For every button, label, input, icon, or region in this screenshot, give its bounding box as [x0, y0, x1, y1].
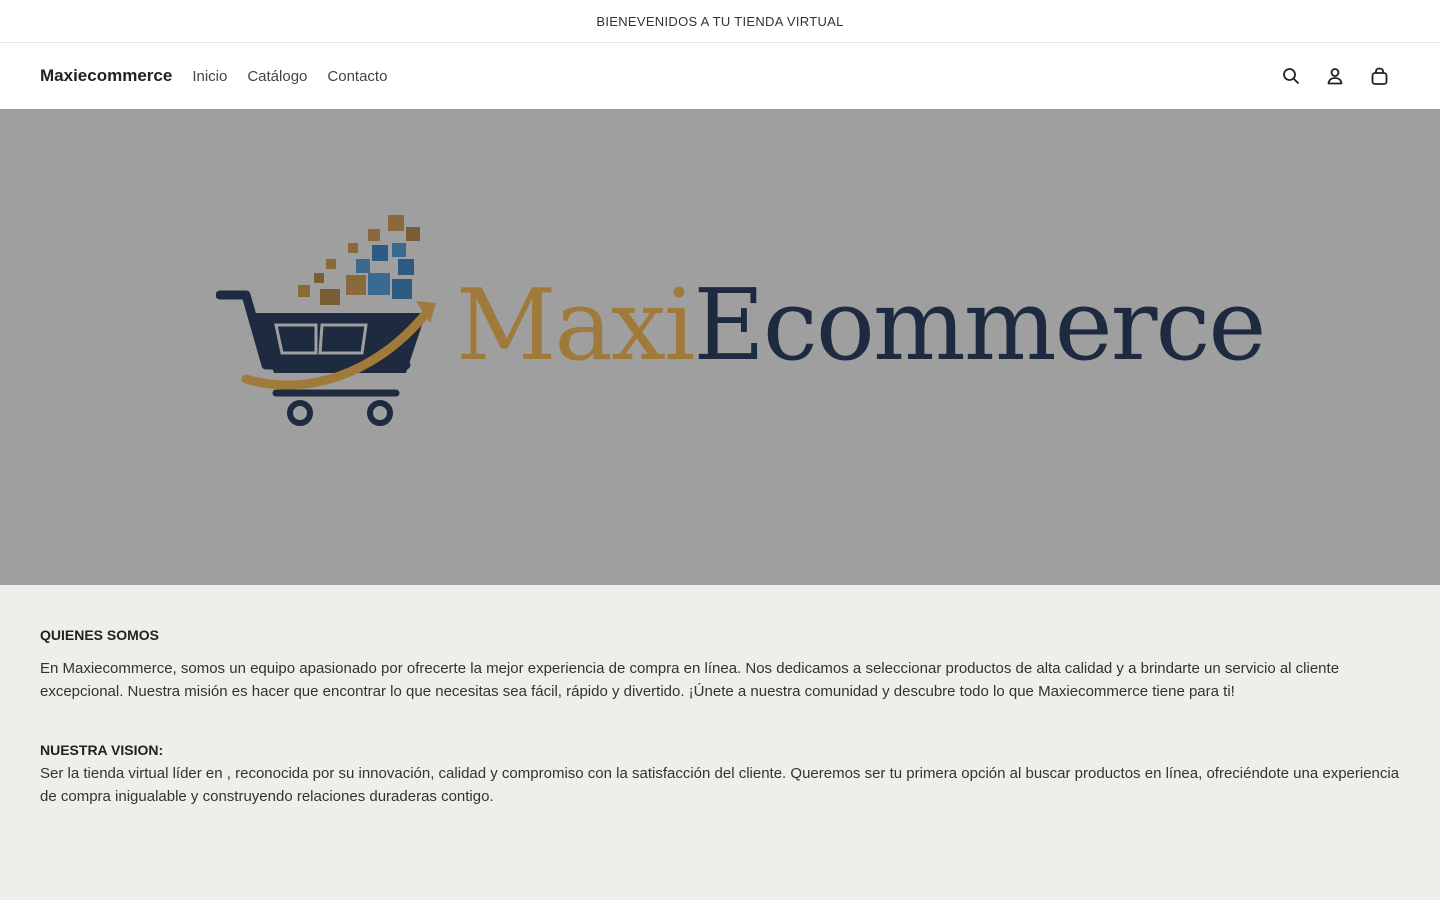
- vision-title: NUESTRA VISION:: [40, 742, 164, 758]
- search-icon[interactable]: [1280, 65, 1302, 87]
- brand-logo-link[interactable]: Maxiecommerce: [40, 66, 172, 86]
- announcement-bar: BIENEVENIDOS A TU TIENDA VIRTUAL: [0, 0, 1440, 43]
- logo-word-ecommerce: Ecommerce: [693, 269, 1266, 383]
- nav-link-inicio[interactable]: Inicio: [192, 68, 227, 85]
- about-section: QUIENES SOMOS En Maxiecommerce, somos un…: [0, 585, 1440, 848]
- nav-link-contacto[interactable]: Contacto: [327, 68, 387, 85]
- about-title: QUIENES SOMOS: [40, 627, 160, 643]
- account-icon[interactable]: [1324, 65, 1346, 87]
- hero-brand-logo: MaxiEcommerce: [216, 215, 1266, 435]
- cart-logo-graphic: [216, 215, 436, 426]
- announcement-text: BIENEVENIDOS A TU TIENDA VIRTUAL: [596, 13, 844, 29]
- main-nav: Inicio Catálogo Contacto: [192, 68, 387, 85]
- hero-banner: MaxiEcommerce: [0, 109, 1440, 585]
- header-icons: [1280, 65, 1390, 87]
- nav-link-catalogo[interactable]: Catálogo: [247, 68, 307, 85]
- hero-logo-wordmark: MaxiEcommerce: [456, 277, 1266, 375]
- logo-word-maxi: Maxi: [456, 269, 695, 383]
- cart-icon[interactable]: [1368, 65, 1390, 87]
- about-text: En Maxiecommerce, somos un equipo apasio…: [40, 660, 1340, 700]
- site-header: Maxiecommerce Inicio Catálogo Contacto: [0, 43, 1440, 109]
- vision-text: Ser la tienda virtual líder en , reconoc…: [40, 765, 1400, 805]
